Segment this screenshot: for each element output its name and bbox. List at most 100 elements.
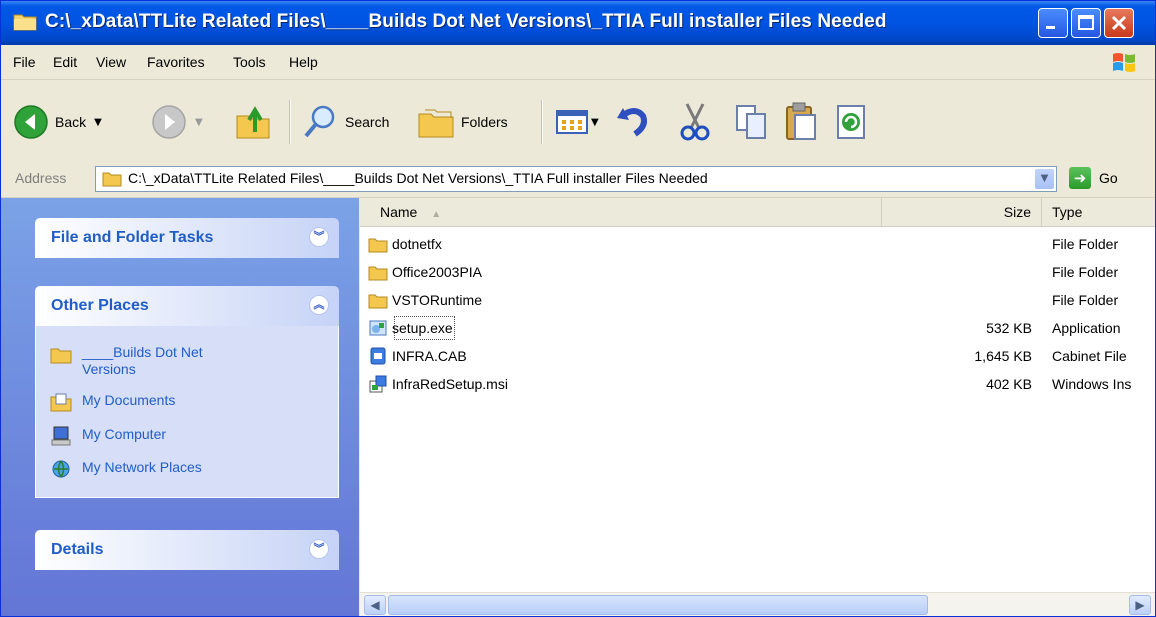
file-size xyxy=(882,258,1032,286)
file-row[interactable]: INFRA.CAB 1,645 KB Cabinet File xyxy=(360,342,1155,370)
cut-button[interactable] xyxy=(677,94,713,150)
menu-edit[interactable]: Edit xyxy=(53,54,77,70)
up-folder-button[interactable] xyxy=(233,94,273,150)
menu-view[interactable]: View xyxy=(96,54,126,70)
file-row[interactable]: dotnetfx File Folder xyxy=(360,230,1155,258)
file-size: 532 KB xyxy=(986,320,1032,336)
folders-button[interactable]: Folders xyxy=(417,94,508,150)
maximize-button[interactable] xyxy=(1071,8,1101,38)
file-row[interactable]: InfraRedSetup.msi 402 KB Windows Ins xyxy=(360,370,1155,398)
go-button[interactable]: ➜ Go xyxy=(1069,167,1118,189)
file-type: Windows Ins xyxy=(1052,376,1132,392)
views-dropdown-icon[interactable]: ▼ xyxy=(591,117,599,128)
chevron-down-icon[interactable]: ︾ xyxy=(309,539,329,559)
column-header-size[interactable]: Size xyxy=(882,198,1042,226)
address-path: C:\_xData\TTLite Related Files\____Build… xyxy=(128,170,708,186)
menu-tools[interactable]: Tools xyxy=(233,54,266,70)
column-name-label: Name xyxy=(380,204,418,220)
close-button[interactable] xyxy=(1104,8,1134,38)
back-dropdown-icon[interactable]: ▼ xyxy=(94,117,102,128)
chevron-down-icon[interactable]: ︾ xyxy=(309,227,329,247)
go-arrow-icon: ➜ xyxy=(1069,167,1091,189)
file-type: Application xyxy=(1052,320,1121,336)
address-dropdown-icon[interactable]: ▼ xyxy=(1035,169,1054,189)
forward-arrow-icon xyxy=(152,105,186,139)
place-label: ____Builds Dot Net Versions xyxy=(82,344,203,377)
forward-dropdown-icon[interactable]: ▼ xyxy=(195,117,203,128)
folder-icon xyxy=(102,172,122,187)
paste-icon xyxy=(786,102,816,140)
sort-ascending-icon: ▲ xyxy=(431,209,442,220)
folder-icon xyxy=(368,294,388,309)
address-label: Address xyxy=(15,170,67,186)
menu-file[interactable]: File xyxy=(13,54,36,70)
folder-icon xyxy=(13,14,37,31)
file-type: File Folder xyxy=(1052,292,1119,308)
back-button[interactable]: Back ▼ xyxy=(13,94,102,150)
copy-button[interactable] xyxy=(733,94,769,150)
msi-installer-icon xyxy=(369,375,387,393)
toolbar-separator xyxy=(289,100,291,144)
my-documents-icon xyxy=(50,393,72,412)
forward-button[interactable]: ▼ xyxy=(151,94,203,150)
file-folder-tasks-title: File and Folder Tasks xyxy=(51,229,214,246)
place-label: My Computer xyxy=(82,426,167,442)
search-icon xyxy=(304,105,335,138)
place-my-documents[interactable]: My Documents xyxy=(50,392,175,412)
folders-label: Folders xyxy=(461,114,508,130)
folder-icon xyxy=(368,266,388,281)
place-builds-dot-net[interactable]: ____Builds Dot Net Versions xyxy=(50,344,250,378)
views-icon xyxy=(556,110,588,134)
file-size: 402 KB xyxy=(986,376,1032,392)
column-header-type[interactable]: Type xyxy=(1042,198,1155,226)
file-row[interactable]: VSTORuntime File Folder xyxy=(360,286,1155,314)
horizontal-scrollbar[interactable]: ◀ ▶ xyxy=(360,592,1155,616)
file-type: Cabinet File xyxy=(1052,348,1127,364)
column-type-label: Type xyxy=(1052,204,1083,220)
menu-help[interactable]: Help xyxy=(289,54,318,70)
scroll-left-button[interactable]: ◀ xyxy=(364,595,386,615)
views-button[interactable]: ▼ xyxy=(555,94,599,150)
file-name: Office2003PIA xyxy=(392,264,483,280)
file-size: 1,645 KB xyxy=(974,348,1032,364)
maximize-icon xyxy=(1078,15,1094,30)
undo-button[interactable] xyxy=(613,94,651,150)
up-folder-icon xyxy=(236,106,270,139)
folder-icon xyxy=(50,348,72,364)
place-my-computer[interactable]: My Computer xyxy=(50,426,166,446)
setup-exe-icon xyxy=(369,320,387,336)
scrollbar-thumb[interactable] xyxy=(388,595,928,615)
paste-button[interactable] xyxy=(783,94,819,150)
cut-icon xyxy=(680,103,710,141)
back-label: Back xyxy=(55,114,87,130)
cabinet-file-icon xyxy=(370,347,386,365)
file-row[interactable]: Office2003PIA File Folder xyxy=(360,258,1155,286)
file-name: dotnetfx xyxy=(392,236,442,252)
other-places-header[interactable]: Other Places ︽ xyxy=(35,286,339,326)
title-bar[interactable]: C:\_xData\TTLite Related Files\____Build… xyxy=(1,1,1155,45)
refresh-button[interactable] xyxy=(835,94,869,150)
toolbar-separator xyxy=(541,100,543,144)
menu-favorites[interactable]: Favorites xyxy=(147,54,205,70)
column-header-name[interactable]: Name ▲ xyxy=(360,198,882,226)
place-label: My Network Places xyxy=(82,459,202,475)
file-list-view: Name ▲ Size Type dotnetfx File Folder Of… xyxy=(360,198,1155,616)
details-header[interactable]: Details ︾ xyxy=(35,530,339,570)
file-folder-tasks-header[interactable]: File and Folder Tasks ︾ xyxy=(35,218,339,258)
search-button[interactable]: Search xyxy=(301,94,389,150)
network-places-icon xyxy=(52,460,70,478)
place-my-network-places[interactable]: My Network Places xyxy=(50,459,202,479)
place-label: My Documents xyxy=(82,392,176,408)
go-label: Go xyxy=(1099,170,1118,186)
search-label: Search xyxy=(345,114,390,130)
file-type: File Folder xyxy=(1052,236,1119,252)
scroll-right-button[interactable]: ▶ xyxy=(1129,595,1151,615)
windows-logo-icon xyxy=(1113,53,1135,72)
chevron-up-icon[interactable]: ︽ xyxy=(309,295,329,315)
refresh-icon xyxy=(837,105,865,139)
address-field[interactable]: C:\_xData\TTLite Related Files\____Build… xyxy=(95,166,1057,192)
minimize-button[interactable] xyxy=(1038,8,1068,38)
file-size xyxy=(882,230,1032,258)
file-row[interactable]: setup.exe 532 KB Application xyxy=(360,314,1155,342)
column-header-row: Name ▲ Size Type xyxy=(360,198,1155,227)
